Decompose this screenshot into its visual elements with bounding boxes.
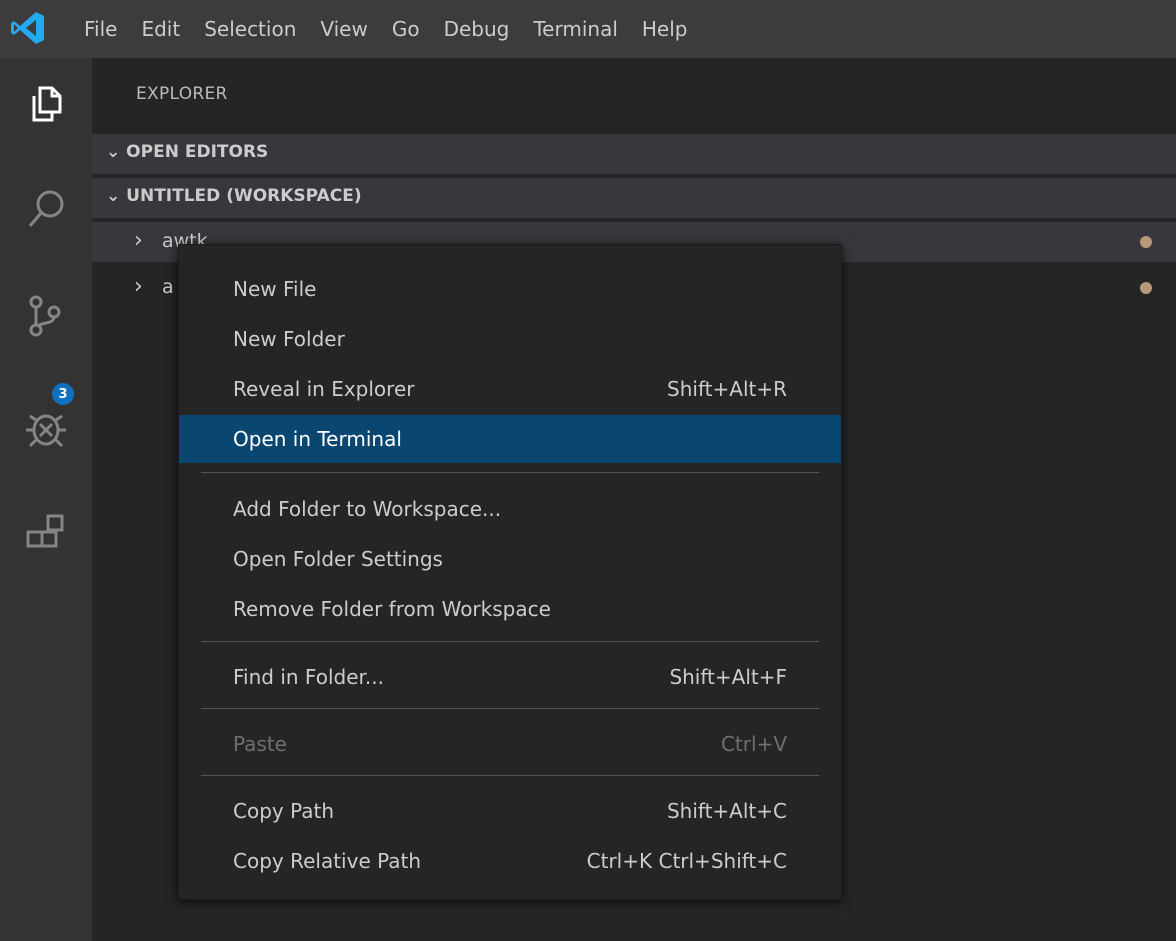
- menu-help[interactable]: Help: [642, 0, 688, 58]
- folder-label: a: [162, 276, 174, 298]
- source-control-badge: 3: [52, 383, 74, 405]
- menu-item-label: New File: [233, 277, 317, 301]
- menu-item-shortcut: Ctrl+V: [720, 732, 787, 756]
- menu-item-new-folder[interactable]: New Folder: [179, 315, 841, 363]
- menu-view[interactable]: View: [320, 0, 367, 58]
- menu-item-label: Copy Path: [233, 799, 335, 823]
- vscode-logo-icon: [10, 10, 46, 46]
- menu-item-label: Paste: [233, 732, 287, 756]
- menu-item-find-in-folder[interactable]: Find in Folder... Shift+Alt+F: [179, 653, 841, 701]
- menu-item-label: Remove Folder from Workspace: [233, 597, 551, 621]
- menu-item-label: Copy Relative Path: [233, 849, 422, 873]
- modified-dot-icon: [1140, 236, 1152, 248]
- menu-item-open-in-terminal[interactable]: Open in Terminal: [179, 415, 841, 463]
- menu-item-copy-relative-path[interactable]: Copy Relative Path Ctrl+K Ctrl+Shift+C: [179, 837, 841, 885]
- search-icon[interactable]: [22, 184, 70, 232]
- menu-separator: [201, 472, 819, 473]
- title-bar: File Edit Selection View Go Debug Termin…: [0, 0, 1176, 58]
- menu-edit[interactable]: Edit: [141, 0, 180, 58]
- menu-item-shortcut: Shift+Alt+F: [669, 665, 787, 689]
- menu-item-label: Open Folder Settings: [233, 547, 443, 571]
- menu-item-shortcut: Shift+Alt+R: [667, 377, 787, 401]
- menu-item-label: Open in Terminal: [233, 427, 402, 451]
- menu-terminal[interactable]: Terminal: [533, 0, 618, 58]
- menu-item-label: Find in Folder...: [233, 665, 384, 689]
- section-workspace-label: UNTITLED (WORKSPACE): [126, 186, 362, 206]
- debug-icon[interactable]: [22, 404, 70, 452]
- menu-item-add-folder-to-workspace[interactable]: Add Folder to Workspace...: [179, 485, 841, 533]
- chevron-right-icon: ›: [134, 274, 143, 299]
- chevron-down-icon: ⌄: [106, 142, 121, 162]
- menu-file[interactable]: File: [84, 0, 117, 58]
- section-open-editors[interactable]: ⌄ OPEN EDITORS: [92, 134, 1176, 174]
- menu-item-label: Add Folder to Workspace...: [233, 497, 502, 521]
- chevron-right-icon: ›: [134, 228, 143, 253]
- chevron-down-icon: ⌄: [106, 186, 121, 206]
- menu-item-label: New Folder: [233, 327, 345, 351]
- menu-item-shortcut: Shift+Alt+C: [666, 799, 787, 823]
- menu-separator: [201, 708, 819, 709]
- section-workspace[interactable]: ⌄ UNTITLED (WORKSPACE): [92, 178, 1176, 218]
- activity-bar: 3: [0, 58, 92, 941]
- menu-item-copy-path[interactable]: Copy Path Shift+Alt+C: [179, 787, 841, 835]
- section-open-editors-label: OPEN EDITORS: [126, 142, 269, 162]
- menu-separator: [201, 775, 819, 776]
- menu-separator: [201, 641, 819, 642]
- menu-item-reveal-in-explorer[interactable]: Reveal in Explorer Shift+Alt+R: [179, 365, 841, 413]
- menu-go[interactable]: Go: [392, 0, 420, 58]
- menu-item-shortcut: Ctrl+K Ctrl+Shift+C: [586, 849, 787, 873]
- menu-item-open-folder-settings[interactable]: Open Folder Settings: [179, 535, 841, 583]
- source-control-icon[interactable]: [22, 292, 70, 340]
- menu-item-remove-folder-from-workspace[interactable]: Remove Folder from Workspace: [179, 585, 841, 633]
- modified-dot-icon: [1140, 282, 1152, 294]
- menu-item-label: Reveal in Explorer: [233, 377, 415, 401]
- explorer-icon[interactable]: [22, 80, 70, 128]
- extensions-icon[interactable]: [22, 510, 70, 558]
- menu-debug[interactable]: Debug: [444, 0, 510, 58]
- menu-selection[interactable]: Selection: [204, 0, 296, 58]
- menu-item-new-file[interactable]: New File: [179, 265, 841, 313]
- menu-item-paste: Paste Ctrl+V: [179, 720, 841, 768]
- context-menu: New File New Folder Reveal in Explorer S…: [178, 244, 842, 900]
- explorer-title: EXPLORER: [136, 84, 228, 104]
